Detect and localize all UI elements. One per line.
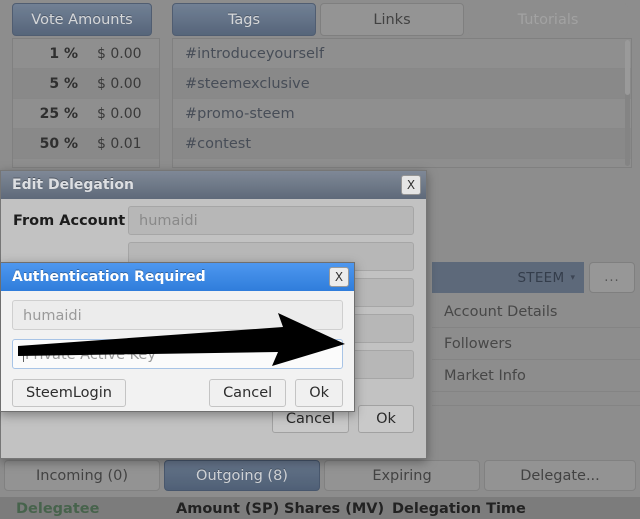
auth-private-key-input[interactable]: Private Active Key [12, 339, 343, 369]
from-account-row: From Account humaidi [1, 199, 426, 235]
menu-item-partial[interactable] [432, 392, 640, 406]
auth-private-key-placeholder: Private Active Key [25, 347, 156, 363]
tab-incoming[interactable]: Incoming (0) [4, 460, 160, 491]
edit-delegation-ok-button[interactable]: Ok [358, 405, 414, 433]
close-icon[interactable]: X [329, 267, 349, 287]
from-account-label: From Account [13, 212, 126, 229]
edit-delegation-titlebar[interactable]: Edit Delegation X [1, 171, 426, 199]
vote-amounts-panel: 1 % $ 0.00 5 % $ 0.00 25 % $ 0.00 50 % $… [12, 38, 160, 168]
column-header-shares[interactable]: Shares (MV) [284, 501, 384, 517]
app-window: Vote Amounts Tags Links Tutorials 1 % $ … [0, 0, 640, 519]
currency-value: STEEM [517, 269, 565, 286]
tags-tabstrip: Tags Links Tutorials [172, 3, 628, 36]
vote-value: $ 0.00 [97, 45, 142, 62]
tags-scrollbar[interactable] [625, 40, 630, 166]
vote-percent: 5 % [49, 75, 78, 92]
account-side-menu: Account Details Followers Market Info [432, 296, 640, 406]
close-icon[interactable]: X [401, 175, 421, 195]
text-caret [23, 346, 24, 362]
more-options-button[interactable]: ... [589, 262, 635, 293]
auth-ok-button[interactable]: Ok [295, 379, 343, 407]
vote-percent: 50 % [39, 135, 78, 152]
column-header-delegatee[interactable]: Delegatee [16, 501, 99, 517]
column-header-delegation-time[interactable]: Delegation Time [392, 501, 526, 517]
vote-value: $ 0.01 [97, 135, 142, 152]
delegation-table-header: Delegatee Amount (SP) Shares (MV) Delega… [0, 497, 640, 519]
vote-value: $ 0.00 [97, 75, 142, 92]
vote-percent: 25 % [39, 105, 78, 122]
edit-delegation-title: Edit Delegation [12, 177, 134, 193]
tab-expiring[interactable]: Expiring [324, 460, 480, 491]
tag-list-item[interactable]: #contest [173, 129, 631, 159]
delegation-tabstrip: Incoming (0) Outgoing (8) Expiring Deleg… [4, 460, 636, 491]
tab-tutorials: Tutorials [468, 3, 628, 36]
tab-tags[interactable]: Tags [172, 3, 316, 36]
vote-amount-row[interactable]: 25 % $ 0.00 [13, 99, 159, 129]
tag-list-item[interactable]: #promo-steem [173, 99, 631, 129]
tag-list-item[interactable]: #introduceyourself [173, 39, 631, 69]
menu-item-market-info[interactable]: Market Info [432, 360, 640, 392]
auth-cancel-button[interactable]: Cancel [209, 379, 287, 407]
menu-item-account-details[interactable]: Account Details [432, 296, 640, 328]
tab-links[interactable]: Links [320, 3, 464, 36]
tab-delegate[interactable]: Delegate... [484, 460, 636, 491]
authentication-title: Authentication Required [12, 269, 206, 285]
vote-amount-row[interactable]: 1 % $ 0.00 [13, 39, 159, 69]
tab-outgoing[interactable]: Outgoing (8) [164, 460, 320, 491]
vote-percent: 1 % [49, 45, 78, 62]
menu-item-followers[interactable]: Followers [432, 328, 640, 360]
currency-selector[interactable]: STEEM ▾ [432, 262, 584, 293]
tags-list-panel: #introduceyourself #steemexclusive #prom… [172, 38, 632, 168]
authentication-footer: SteemLogin Cancel Ok [1, 369, 354, 418]
authentication-dialog: Authentication Required X humaidi Privat… [0, 262, 355, 412]
chevron-down-icon: ▾ [570, 272, 575, 283]
column-header-amount[interactable]: Amount (SP) [176, 501, 279, 517]
vote-amount-row[interactable]: 5 % $ 0.00 [13, 69, 159, 99]
vote-value: $ 0.00 [97, 105, 142, 122]
tag-list-item[interactable]: #steemexclusive [173, 69, 631, 99]
authentication-titlebar[interactable]: Authentication Required X [1, 263, 354, 291]
tab-vote-amounts[interactable]: Vote Amounts [12, 3, 152, 36]
from-account-input[interactable]: humaidi [128, 206, 414, 235]
auth-account-input[interactable]: humaidi [12, 300, 343, 330]
vote-amount-row[interactable]: 50 % $ 0.01 [13, 129, 159, 159]
vote-amounts-tabstrip: Vote Amounts [12, 3, 152, 36]
steemlogin-button[interactable]: SteemLogin [12, 379, 126, 407]
